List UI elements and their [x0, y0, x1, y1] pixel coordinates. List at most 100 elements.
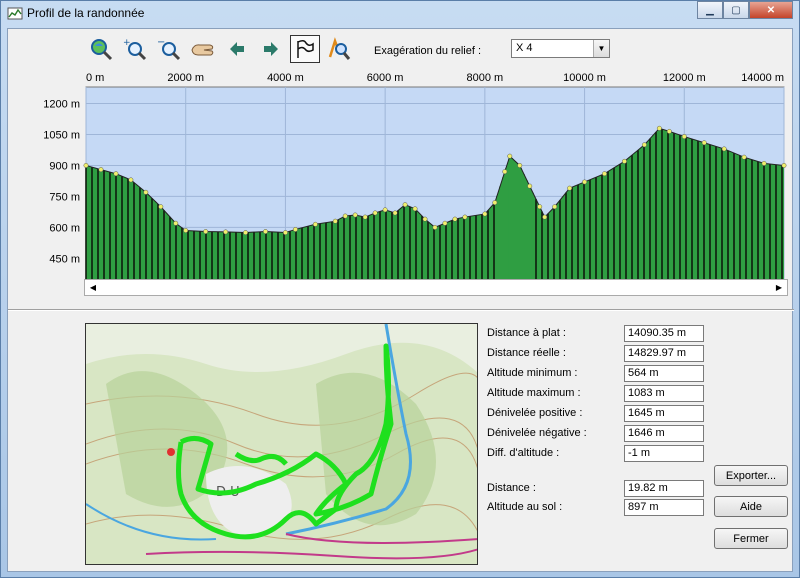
window-controls: ▁ ▢ ✕ — [697, 1, 793, 19]
toolbar: + − — [86, 35, 354, 65]
profile-chart[interactable]: 0 m 2000 m 4000 m 6000 m 8000 m 10000 m 12000 … — [8, 69, 794, 299]
stat-value: 19.82 m — [624, 480, 704, 497]
profile-point — [517, 163, 523, 168]
profile-point — [462, 214, 468, 220]
stat-label: Distance réelle : — [487, 347, 566, 359]
profile-point — [502, 169, 508, 175]
minimize-icon: ▁ — [706, 4, 714, 16]
profile-point — [362, 214, 368, 220]
x-tick-label: 4000 m — [267, 72, 304, 84]
previous-button[interactable] — [222, 35, 252, 63]
profile-point — [622, 158, 627, 164]
stat-label: Distance à plat : — [487, 327, 566, 339]
profile-point — [666, 128, 672, 134]
separator — [8, 309, 794, 311]
profile-mode-button[interactable] — [290, 35, 320, 63]
topo-map[interactable]: D U — [85, 323, 478, 565]
profile-point — [442, 220, 448, 226]
profile-point — [83, 163, 89, 168]
profile-point — [507, 153, 513, 159]
relief-select[interactable]: X 4 ▼ — [511, 39, 610, 58]
next-button[interactable] — [256, 35, 286, 63]
zoom-out-button[interactable]: − — [154, 35, 184, 63]
pan-button[interactable] — [188, 35, 218, 63]
profile-point — [656, 125, 662, 131]
stat-label: Altitude au sol : — [487, 501, 563, 513]
scroll-right-icon[interactable]: ▶ — [771, 280, 787, 295]
stat-label: Distance : — [487, 482, 536, 494]
profile-point — [681, 134, 687, 139]
pan-hand-icon — [191, 44, 214, 56]
profile-point — [143, 189, 149, 195]
profile-point — [527, 183, 533, 189]
window-title: Profil de la randonnée — [27, 6, 145, 20]
track-zoom-button[interactable] — [324, 35, 354, 63]
profile-point — [342, 213, 348, 219]
export-button[interactable]: Exporter... — [714, 465, 788, 486]
stat-value: 1646 m — [624, 425, 704, 442]
profile-point — [392, 210, 398, 216]
close-dialog-button[interactable]: Fermer — [714, 528, 788, 549]
stat-value: 14090.35 m — [624, 325, 704, 342]
x-tick-label: 12000 m — [663, 72, 706, 84]
relief-value: X 4 — [516, 42, 533, 54]
y-tick-label: 900 m — [49, 160, 80, 172]
profile-point — [482, 211, 488, 217]
profile-point — [173, 220, 179, 226]
chevron-down-icon[interactable]: ▼ — [593, 40, 609, 57]
profile-point — [537, 204, 543, 210]
x-tick-label: 6000 m — [367, 72, 404, 84]
arrow-left-icon — [230, 42, 244, 56]
profile-point — [567, 185, 573, 191]
x-tick-label: 14000 m — [741, 72, 784, 84]
close-button[interactable]: ✕ — [749, 1, 793, 19]
y-tick-label: 750 m — [49, 191, 80, 203]
profile-flag-icon — [297, 39, 314, 58]
stat-label: Dénivelée positive : — [487, 407, 583, 419]
zoom-out-icon: − — [157, 37, 181, 61]
profile-point — [552, 204, 558, 210]
profile-point — [761, 160, 767, 166]
profile-point — [372, 210, 378, 216]
profile-point — [602, 171, 607, 177]
x-tick-label: 2000 m — [167, 72, 204, 84]
profile-app-icon — [7, 7, 23, 20]
track-zoom-icon — [328, 37, 351, 60]
stat-value: -1 m — [624, 445, 704, 462]
stat-label: Altitude minimum : — [487, 367, 578, 379]
title-bar[interactable]: Profil de la randonnée ▁ ▢ ✕ — [1, 1, 799, 27]
profile-point — [282, 230, 288, 235]
zoom-in-icon: + — [123, 38, 147, 61]
stat-value: 897 m — [624, 499, 704, 516]
profile-point — [382, 207, 388, 213]
profile-point — [701, 140, 707, 146]
profile-point — [312, 221, 318, 227]
close-icon: ✕ — [766, 4, 776, 16]
maximize-button[interactable]: ▢ — [723, 1, 749, 19]
profile-point — [432, 224, 438, 230]
stat-value: 14829.97 m — [624, 345, 704, 362]
profile-point — [113, 171, 119, 177]
maximize-icon: ▢ — [731, 4, 741, 16]
minimize-button[interactable]: ▁ — [697, 1, 723, 19]
map-marker-icon — [167, 448, 175, 456]
profile-point — [741, 154, 747, 160]
y-tick-label: 600 m — [49, 222, 80, 234]
profile-point — [412, 206, 418, 212]
profile-point — [158, 204, 164, 210]
profile-point — [332, 218, 338, 224]
profile-point — [641, 142, 647, 148]
help-button[interactable]: Aide — [714, 496, 788, 517]
topo-map-image: D U — [86, 324, 477, 564]
stat-label: Altitude maximum : — [487, 387, 581, 399]
profile-point — [263, 229, 268, 234]
zoom-in-button[interactable]: + — [120, 35, 150, 63]
horizontal-scrollbar[interactable]: ◀ ▶ — [84, 279, 788, 296]
x-tick-label: 0 m — [86, 72, 104, 84]
zoom-fit-button[interactable] — [86, 35, 116, 63]
scroll-left-icon[interactable]: ◀ — [85, 280, 101, 295]
y-tick-label: 1200 m — [43, 99, 80, 111]
stat-value: 1645 m — [624, 405, 704, 422]
profile-point — [582, 179, 588, 185]
profile-point — [422, 216, 428, 222]
